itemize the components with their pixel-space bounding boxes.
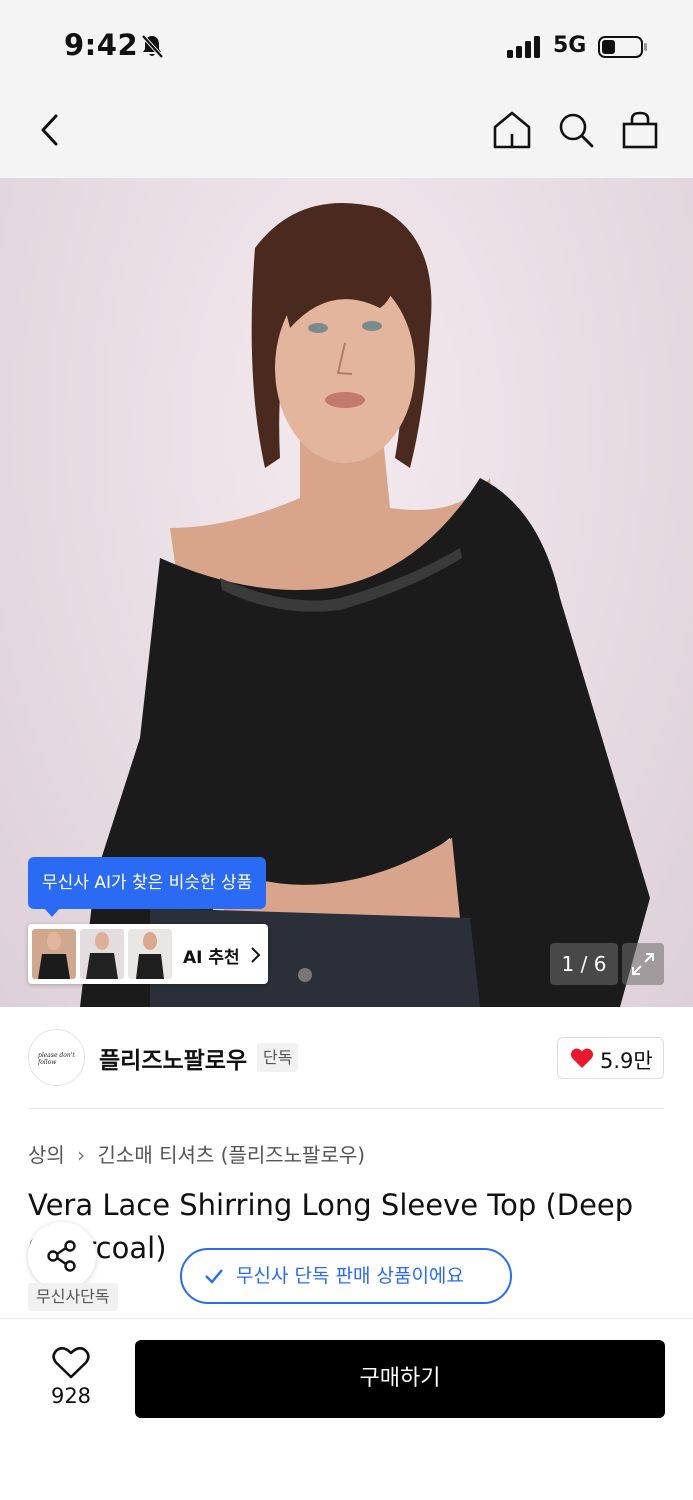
heart-outline-icon (52, 1346, 90, 1379)
share-icon (47, 1240, 76, 1272)
check-icon (205, 1269, 223, 1284)
nav-bar (0, 92, 693, 178)
ai-recommendation-strip[interactable]: AI 추천 (28, 924, 268, 984)
ai-similar-tooltip[interactable]: 무신사 AI가 찾은 비슷한 상품 (28, 857, 267, 917)
search-icon[interactable] (556, 110, 596, 150)
expand-button[interactable] (622, 943, 664, 985)
breadcrumb-separator-icon: › (77, 1143, 86, 1167)
expand-icon (632, 953, 654, 975)
brand-exclusive-badge: 단독 (257, 1043, 299, 1072)
brand-like-count: 5.9만 (600, 1049, 653, 1073)
image-page-counter: 1 / 6 (550, 943, 618, 985)
chevron-right-icon (251, 947, 261, 963)
network-type: 5G (553, 33, 587, 58)
breadcrumb-category[interactable]: 상의 (28, 1143, 65, 1167)
status-bar: 9:42 5G (0, 0, 693, 92)
wishlist-count: 928 (50, 1384, 92, 1408)
shopping-bag-icon[interactable] (620, 110, 660, 150)
buy-button[interactable]: 구매하기 (135, 1340, 665, 1418)
brand-logo-text: please don't follow (38, 1052, 75, 1066)
brand-logo[interactable]: please don't follow (28, 1029, 85, 1086)
divider (28, 1108, 664, 1109)
status-time: 9:42 (64, 28, 139, 62)
ai-thumbnail[interactable] (80, 929, 124, 979)
ai-thumbnail[interactable] (128, 929, 172, 979)
ai-thumbnail[interactable] (32, 929, 76, 979)
brand-like-button[interactable]: 5.9만 (557, 1037, 664, 1079)
ai-reco-label: AI 추천 (183, 948, 240, 968)
exclusive-sale-label: 무신사 단독 판매 상품이에요 (236, 1265, 464, 1287)
home-icon[interactable] (492, 110, 532, 150)
exclusive-sale-pill[interactable]: 무신사 단독 판매 상품이에요 (180, 1248, 512, 1304)
back-icon[interactable] (36, 110, 66, 150)
exclusive-tag-badge: 무신사단독 (28, 1283, 118, 1311)
wishlist-button[interactable]: 928 (35, 1338, 107, 1418)
brand-name[interactable]: 플리즈노팔로우 (99, 1041, 247, 1075)
breadcrumb-subcategory[interactable]: 긴소매 티셔츠 (플리즈노팔로우) (98, 1143, 366, 1167)
share-button[interactable] (28, 1222, 96, 1290)
signal-icon (507, 36, 540, 58)
breadcrumb: 상의 › 긴소매 티셔츠 (플리즈노팔로우) (28, 1139, 365, 1168)
battery-icon (598, 36, 647, 58)
bell-off-icon (141, 34, 164, 59)
heart-filled-icon (570, 1048, 594, 1068)
